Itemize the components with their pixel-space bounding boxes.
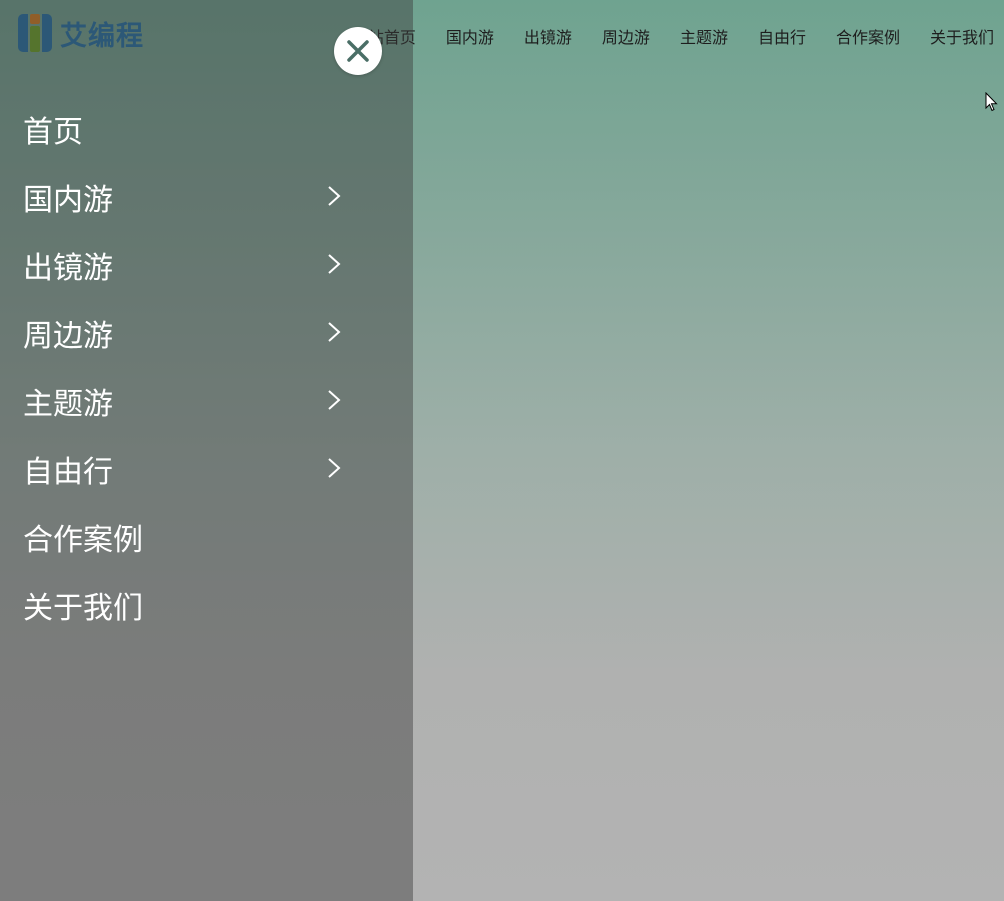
topnav-item-cases[interactable]: 合作案例: [836, 24, 900, 48]
drawer-item-label: 国内游: [23, 183, 113, 218]
chevron-right-icon[interactable]: [323, 457, 345, 479]
close-drawer-button[interactable]: [334, 27, 382, 75]
top-nav: 网站首页 国内游 出镜游 周边游 主题游 自由行 合作案例 关于我们: [352, 24, 994, 48]
drawer-item-nearby[interactable]: 周边游: [0, 299, 370, 367]
drawer-item-cases[interactable]: 合作案例: [0, 503, 370, 571]
drawer-item-outbound[interactable]: 出镜游: [0, 231, 370, 299]
topnav-item-free[interactable]: 自由行: [758, 24, 806, 48]
topnav-item-domestic[interactable]: 国内游: [446, 24, 494, 48]
drawer-item-label: 合作案例: [23, 523, 143, 558]
close-icon: [347, 40, 369, 62]
chevron-right-icon[interactable]: [323, 321, 345, 343]
drawer-item-home[interactable]: 首页: [0, 95, 370, 163]
drawer-menu: 首页 国内游 出镜游 周边游 主题游 自由行 合作案例 关于我们: [0, 95, 370, 639]
drawer-item-domestic[interactable]: 国内游: [0, 163, 370, 231]
drawer-panel: 首页 国内游 出镜游 周边游 主题游 自由行 合作案例 关于我们: [0, 0, 413, 901]
chevron-right-icon[interactable]: [323, 185, 345, 207]
mouse-cursor-icon: [985, 92, 998, 112]
drawer-item-about[interactable]: 关于我们: [0, 571, 370, 639]
drawer-item-label: 首页: [23, 115, 83, 150]
drawer-item-label: 出镜游: [23, 251, 113, 286]
drawer-item-label: 周边游: [23, 319, 113, 354]
topnav-item-about[interactable]: 关于我们: [930, 24, 994, 48]
drawer-item-theme[interactable]: 主题游: [0, 367, 370, 435]
drawer-item-label: 主题游: [23, 387, 113, 422]
drawer-item-free[interactable]: 自由行: [0, 435, 370, 503]
topnav-item-nearby[interactable]: 周边游: [602, 24, 650, 48]
chevron-right-icon[interactable]: [323, 253, 345, 275]
drawer-item-label: 自由行: [23, 455, 113, 490]
topnav-item-outbound[interactable]: 出镜游: [524, 24, 572, 48]
topnav-item-theme[interactable]: 主题游: [680, 24, 728, 48]
drawer-item-label: 关于我们: [23, 591, 143, 626]
chevron-right-icon[interactable]: [323, 389, 345, 411]
